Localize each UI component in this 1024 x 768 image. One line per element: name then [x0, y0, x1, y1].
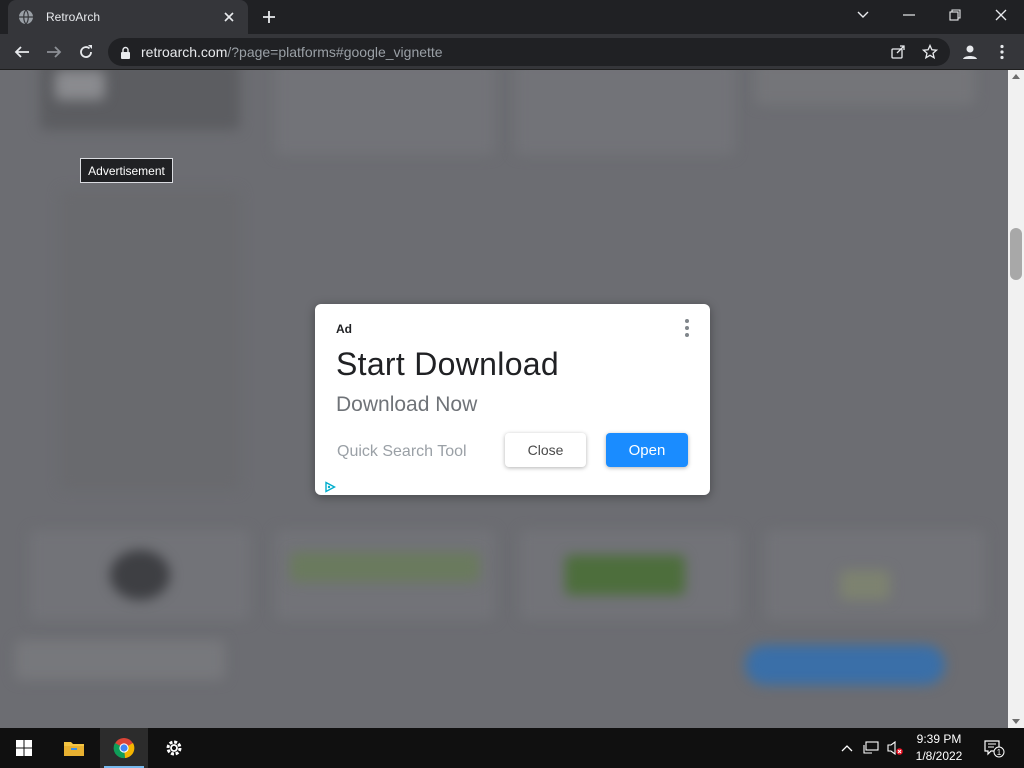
clock-date: 1/8/2022: [915, 749, 963, 763]
chrome-icon[interactable]: [100, 728, 148, 768]
browser-tab[interactable]: RetroArch: [8, 0, 248, 34]
blurred-card: [755, 70, 975, 105]
url-text: retroarch.com/?page=platforms#google_vig…: [141, 44, 443, 60]
adchoices-icon[interactable]: [324, 480, 336, 493]
close-icon[interactable]: [220, 8, 238, 26]
volume-muted-icon[interactable]: [884, 728, 906, 768]
profile-icon[interactable]: [961, 43, 979, 61]
restore-icon[interactable]: [932, 0, 978, 30]
ad-advertiser[interactable]: Quick Search Tool: [337, 443, 467, 461]
windows-taskbar: 9:39 PM 1/8/2022 1: [0, 728, 1024, 768]
address-bar[interactable]: retroarch.com/?page=platforms#google_vig…: [108, 38, 950, 66]
ad-headline[interactable]: Start Download: [336, 346, 559, 383]
advertisement-label: Advertisement: [80, 158, 173, 183]
scroll-up-arrow[interactable]: [1012, 74, 1020, 79]
ad-tag: Ad: [336, 322, 352, 336]
chevron-up-icon[interactable]: [838, 728, 856, 768]
clock-time: 9:39 PM: [916, 732, 962, 746]
blurred-banner: [15, 640, 225, 680]
network-icon[interactable]: [861, 728, 881, 768]
notification-icon[interactable]: 1: [980, 728, 1008, 768]
blurred-button: [745, 645, 945, 685]
tab-title: RetroArch: [46, 10, 101, 24]
blurred-logo: [565, 555, 685, 595]
kebab-icon[interactable]: [994, 44, 1010, 60]
globe-icon: [18, 9, 34, 25]
blurred-icon: [110, 550, 170, 600]
chevron-down-icon[interactable]: [840, 0, 886, 30]
share-icon[interactable]: [890, 44, 906, 60]
blurred-column: [60, 190, 240, 490]
forward-icon[interactable]: [40, 38, 68, 66]
blurred-logo: [840, 570, 890, 600]
minimize-icon[interactable]: [886, 0, 932, 30]
url-host: retroarch.com: [141, 44, 228, 60]
ad-subheadline[interactable]: Download Now: [336, 393, 477, 417]
page-scrollbar[interactable]: [1008, 70, 1024, 728]
notification-count: 1: [997, 748, 1002, 757]
blurred-card: [515, 70, 735, 155]
ad-open-button[interactable]: Open: [606, 433, 688, 467]
system-clock[interactable]: 9:39 PM 1/8/2022: [906, 731, 972, 765]
file-explorer-icon[interactable]: [50, 728, 98, 768]
ad-options-icon[interactable]: [683, 319, 691, 337]
window-close-icon[interactable]: [978, 0, 1024, 30]
tab-strip: RetroArch: [0, 0, 1024, 34]
blurred-logo: [55, 70, 105, 100]
star-icon[interactable]: [922, 44, 938, 60]
ad-close-button[interactable]: Close: [505, 433, 586, 467]
blurred-logo: [290, 552, 480, 582]
browser-toolbar: retroarch.com/?page=platforms#google_vig…: [0, 34, 1024, 70]
lock-icon[interactable]: [120, 46, 131, 59]
ad-vignette-dialog: Ad Start Download Download Now Quick Sea…: [315, 304, 710, 495]
settings-icon[interactable]: [150, 728, 198, 768]
url-path: /?page=platforms#google_vignette: [227, 44, 443, 60]
blurred-card: [275, 70, 495, 155]
plus-icon[interactable]: [258, 6, 280, 28]
reload-icon[interactable]: [72, 38, 100, 66]
windows-start-icon[interactable]: [0, 728, 48, 768]
scrollbar-thumb[interactable]: [1010, 228, 1022, 280]
back-icon[interactable]: [8, 38, 36, 66]
scroll-down-arrow[interactable]: [1012, 719, 1020, 724]
